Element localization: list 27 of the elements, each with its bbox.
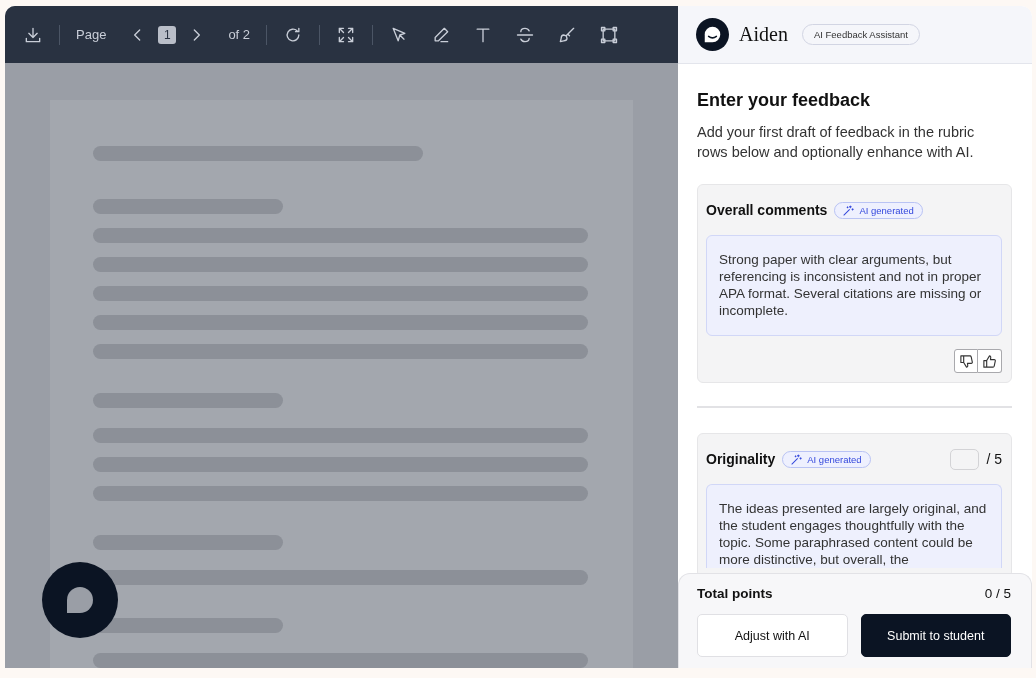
page-label: Page xyxy=(76,27,107,42)
tag-label: AI generated xyxy=(807,453,862,465)
adjust-button[interactable]: Adjust with AI xyxy=(697,614,848,657)
feedback-text-field[interactable]: Strong paper with clear arguments, but referencing is inconsistent and not in proper APA format. Several citations are missing or incomplete. xyxy=(706,235,1002,336)
magic-wand-icon xyxy=(791,453,803,465)
thumbs-up-button[interactable] xyxy=(978,349,1002,373)
total-points-label: Total points xyxy=(697,586,773,601)
page-number-field[interactable]: 1 xyxy=(158,25,177,44)
tag-label: AI generated xyxy=(859,204,914,216)
assistant-name: Aiden xyxy=(739,23,788,46)
thumbs-up-icon xyxy=(982,353,997,369)
rubric-title: Overall comments xyxy=(706,202,828,218)
total-points-value: 0 / 5 xyxy=(984,586,1011,601)
thumbs-down-button[interactable] xyxy=(954,349,978,373)
page-total: of 2 xyxy=(228,27,251,42)
score-field[interactable] xyxy=(950,448,980,470)
thumbs-down-icon xyxy=(958,353,974,369)
score-max: / 5 xyxy=(986,451,1002,467)
shape-select-icon[interactable] xyxy=(599,24,620,45)
smiley-logo-icon xyxy=(696,18,729,51)
feedback-text-field[interactable]: The ideas presented are largely original, and the student engages thoughtfully with the topic. Some paraphrased content could be more distinctive, but overall, the xyxy=(706,484,1002,568)
magic-wand-icon xyxy=(843,204,855,216)
rubric-title: Originality xyxy=(706,451,776,467)
submit-button[interactable]: Submit to student xyxy=(860,614,1011,657)
speech-bubble-icon xyxy=(64,584,96,616)
panel-description: Add your first draft of feedback in the rubric rows below and optionally enhance with AI. xyxy=(697,123,976,162)
panel-heading: Enter your feedback xyxy=(697,90,872,111)
